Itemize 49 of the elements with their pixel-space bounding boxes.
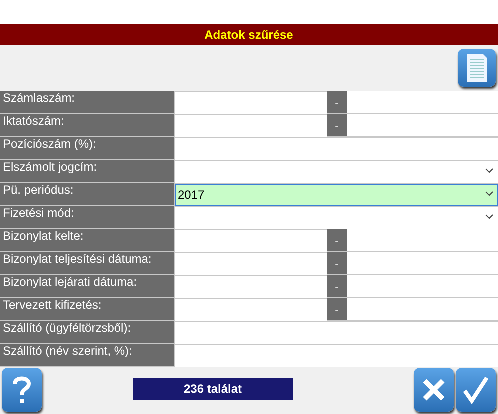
checkmark-icon: [462, 376, 490, 404]
field-label: Bizonylat teljesítési dátuma:: [0, 252, 174, 274]
input-field[interactable]: [175, 322, 498, 344]
dropdown-chevron-icon[interactable]: [485, 214, 494, 220]
input-field[interactable]: [175, 161, 498, 183]
help-icon: [12, 375, 32, 405]
input-field[interactable]: [175, 138, 498, 160]
document-button[interactable]: [458, 49, 496, 87]
field-label: Fizetési mód:: [0, 206, 174, 228]
range-separator: -: [335, 122, 339, 133]
input-field[interactable]: [175, 276, 327, 298]
field-label: Elszámolt jogcím:: [0, 160, 174, 182]
range-separator: -: [335, 306, 339, 317]
input-field[interactable]: [175, 253, 327, 275]
field-label: Bizonylat kelte:: [0, 229, 174, 251]
field-label: Számlaszám:: [0, 91, 174, 113]
confirm-button[interactable]: [456, 368, 496, 412]
field-label: Tervezett kifizetés:: [0, 298, 174, 320]
field-label: Szállító (név szerint, %):: [0, 344, 174, 366]
range-separator: -: [335, 260, 339, 271]
document-icon: [467, 54, 487, 82]
input-field[interactable]: [347, 114, 498, 136]
range-separator: -: [335, 283, 339, 294]
range-separator: -: [335, 99, 339, 110]
input-field[interactable]: [175, 345, 498, 367]
input-field[interactable]: [175, 115, 327, 137]
result-count: 236 találat: [133, 378, 293, 400]
input-field[interactable]: [175, 230, 327, 252]
cancel-button[interactable]: [414, 368, 454, 412]
field-label: Pozíciószám (%):: [0, 137, 174, 159]
dialog-title: Adatok szűrése: [0, 24, 498, 45]
field-label: Bizonylat lejárati dátuma:: [0, 275, 174, 297]
input-field[interactable]: [175, 207, 498, 229]
input-field[interactable]: [175, 299, 327, 321]
dropdown-chevron-icon[interactable]: [485, 191, 494, 197]
range-separator: -: [335, 237, 339, 248]
input-field[interactable]: [347, 229, 498, 251]
field-label: Szállító (ügyféltörzsből):: [0, 321, 174, 343]
input-field[interactable]: [347, 252, 498, 274]
help-button[interactable]: [2, 368, 42, 412]
close-icon: [421, 377, 447, 403]
input-field[interactable]: [347, 91, 498, 113]
input-field[interactable]: [347, 275, 498, 297]
input-field[interactable]: [175, 92, 327, 114]
input-field[interactable]: 2017: [175, 184, 498, 206]
field-label: Iktatószám:: [0, 114, 174, 136]
field-label: Pü. periódus:: [0, 183, 174, 205]
input-field[interactable]: [347, 298, 498, 320]
dropdown-chevron-icon[interactable]: [485, 168, 494, 174]
